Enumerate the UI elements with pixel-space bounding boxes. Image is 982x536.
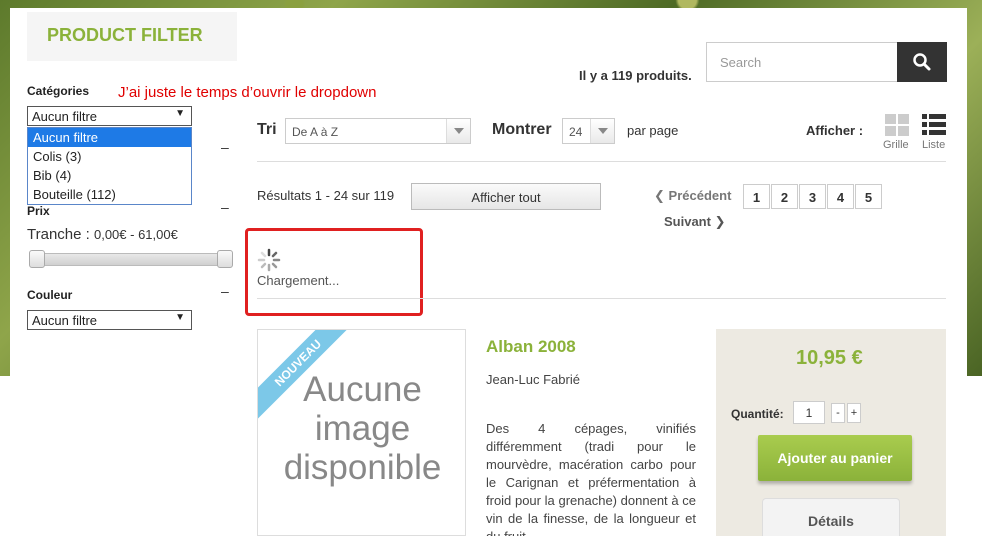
grid-view-label[interactable]: Grille <box>883 139 909 151</box>
quantity-label: Quantité: <box>731 407 784 421</box>
categories-select[interactable]: Aucun filtre ▼ <box>27 106 192 126</box>
dropdown-option[interactable]: Bib (4) <box>28 166 191 185</box>
product-price: 10,95 € <box>796 347 863 369</box>
next-label: Suivant <box>664 214 711 229</box>
product-name[interactable]: Alban 2008 <box>486 337 576 357</box>
categories-label: Catégories <box>27 84 90 98</box>
per-page-selected-value: 24 <box>569 125 583 139</box>
product-image[interactable]: NOUVEAU Aucune image disponible <box>257 329 466 536</box>
sort-selected-value: De A à Z <box>292 125 339 139</box>
dropdown-option[interactable]: Colis (3) <box>28 147 191 166</box>
sort-label: Tri <box>257 121 277 138</box>
price-range-label: Tranche : <box>27 226 90 243</box>
spinner-icon <box>257 248 281 272</box>
loading-text: Chargement... <box>257 273 340 288</box>
dropdown-option[interactable]: Bouteille (112) <box>28 185 191 204</box>
categories-selected-value: Aucun filtre <box>32 109 98 124</box>
price-slider-track[interactable] <box>31 253 231 266</box>
dropdown-arrow-icon: ▼ <box>175 108 185 119</box>
filter-title: PRODUCT FILTER <box>27 12 237 61</box>
view-label: Afficher : <box>806 123 864 138</box>
page-button-1[interactable]: 1 <box>743 184 770 209</box>
show-all-button[interactable]: Afficher tout <box>411 183 601 210</box>
price-slider-min-handle[interactable] <box>29 250 45 268</box>
results-summary: Résultats 1 - 24 sur 119 <box>257 188 395 203</box>
page-button-5[interactable]: 5 <box>855 184 882 209</box>
quantity-decrease-button[interactable]: - <box>831 403 845 423</box>
color-selected-value: Aucun filtre <box>32 313 98 328</box>
chevron-left-icon: ❮ <box>654 188 665 203</box>
divider <box>257 298 946 299</box>
grid-view-icon[interactable] <box>885 114 909 136</box>
price-slider-max-handle[interactable] <box>217 250 233 268</box>
search-input[interactable]: Search <box>706 42 898 82</box>
color-select[interactable]: Aucun filtre ▼ <box>27 310 192 330</box>
chevron-right-icon: ❯ <box>714 214 726 229</box>
price-range-text: Tranche : 0,00€ - 61,00€ <box>27 226 178 243</box>
search-icon <box>913 53 931 71</box>
product-producer: Jean-Luc Fabrié <box>486 372 580 387</box>
color-label: Couleur <box>27 288 73 302</box>
chevron-down-icon <box>446 119 470 143</box>
search-button[interactable] <box>897 42 947 82</box>
no-image-text: Aucune image disponible <box>283 370 442 487</box>
divider <box>257 161 946 162</box>
add-to-cart-button[interactable]: Ajouter au panier <box>758 435 912 481</box>
categories-dropdown-list: Aucun filtre Colis (3) Bib (4) Bouteille… <box>27 127 192 205</box>
price-range-value: 0,00€ - 61,00€ <box>93 227 178 242</box>
previous-label: Précédent <box>668 188 732 203</box>
collapse-toggle-price[interactable]: – <box>221 199 229 215</box>
show-label: Montrer <box>492 121 552 138</box>
sort-select[interactable]: De A à Z <box>285 118 471 144</box>
list-view-label[interactable]: Liste <box>922 139 945 151</box>
quantity-input[interactable]: 1 <box>793 401 825 424</box>
next-page-link[interactable]: Suivant ❯ <box>664 214 726 230</box>
page-button-2[interactable]: 2 <box>771 184 798 209</box>
price-label: Prix <box>27 204 50 218</box>
chevron-down-icon <box>590 119 614 143</box>
list-view-icon[interactable] <box>922 114 946 136</box>
page-button-4[interactable]: 4 <box>827 184 854 209</box>
dropdown-arrow-icon: ▼ <box>175 312 185 323</box>
product-description: Des 4 cépages, vinifiés différemment (tr… <box>486 421 696 536</box>
screenshot-annotation: J’ai juste le temps d’ouvrir le dropdown <box>118 84 377 101</box>
details-button[interactable]: Détails <box>762 498 900 536</box>
collapse-toggle-categories[interactable]: – <box>221 139 229 155</box>
per-page-select[interactable]: 24 <box>562 118 615 144</box>
per-page-suffix: par page <box>627 123 679 138</box>
page-button-3[interactable]: 3 <box>799 184 826 209</box>
dropdown-option[interactable]: Aucun filtre <box>28 128 191 147</box>
quantity-increase-button[interactable]: + <box>847 403 861 423</box>
previous-page-link[interactable]: ❮ Précédent <box>654 188 731 204</box>
collapse-toggle-color[interactable]: – <box>221 283 229 299</box>
product-count: Il y a 119 produits. <box>579 68 692 83</box>
